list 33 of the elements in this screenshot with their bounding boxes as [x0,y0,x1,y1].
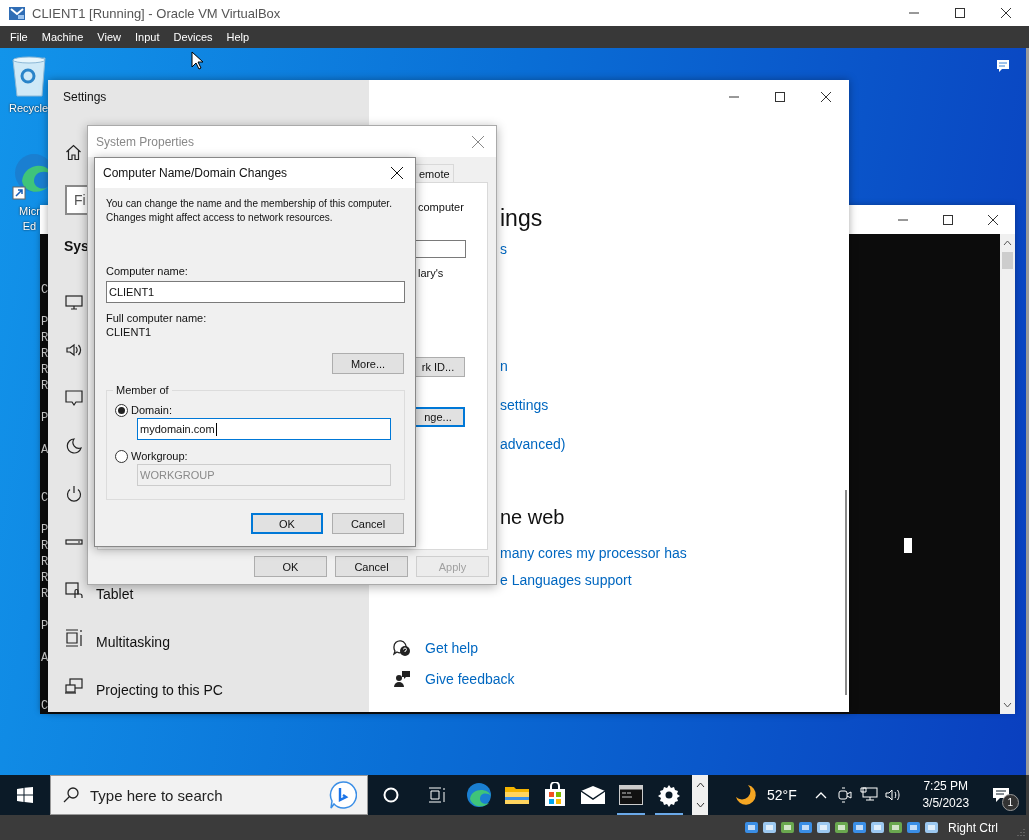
console-text: A [41,442,48,458]
field-label: Computer name: [106,264,188,278]
window-title: Settings [62,89,108,106]
console-text: R [41,330,48,346]
notification-badge: 1 [1001,794,1019,811]
console-text: R [41,346,48,362]
console-text: C [41,698,48,714]
console-text: P [41,314,48,330]
group-label: Member of [113,383,172,397]
label: lary's [417,266,444,280]
dialog-title: System Properties [96,134,195,149]
page-heading: ings [500,206,543,230]
console-text: R [41,362,48,378]
description-text: You can change the name and the membership of this computer. Changes might affect access to network resources. [106,197,393,225]
console-text: R [41,554,48,570]
dialog-title: Computer Name/Domain Changes [103,166,288,180]
console-text: R [41,538,48,554]
search-placeholder: Type here to search [90,786,223,804]
console-text: C [41,282,48,298]
host-key-label: Right Ctrl [948,820,998,835]
field-label: Full computer name: [106,311,207,325]
console-text: R [41,378,48,394]
console-text: R [41,570,48,586]
section-heading: Sys [63,237,90,256]
console-text: A [41,650,48,666]
console-text: R [41,586,48,602]
console-text: P [41,522,48,538]
console-text: C [41,490,48,506]
window-title: CLIENT1 [Running] - Oracle VM VirtualBox [32,5,281,21]
full-name-value: CLIENT1 [106,325,152,339]
console-text: P [41,618,48,634]
label: computer [417,200,464,214]
console-text: P [41,410,48,426]
